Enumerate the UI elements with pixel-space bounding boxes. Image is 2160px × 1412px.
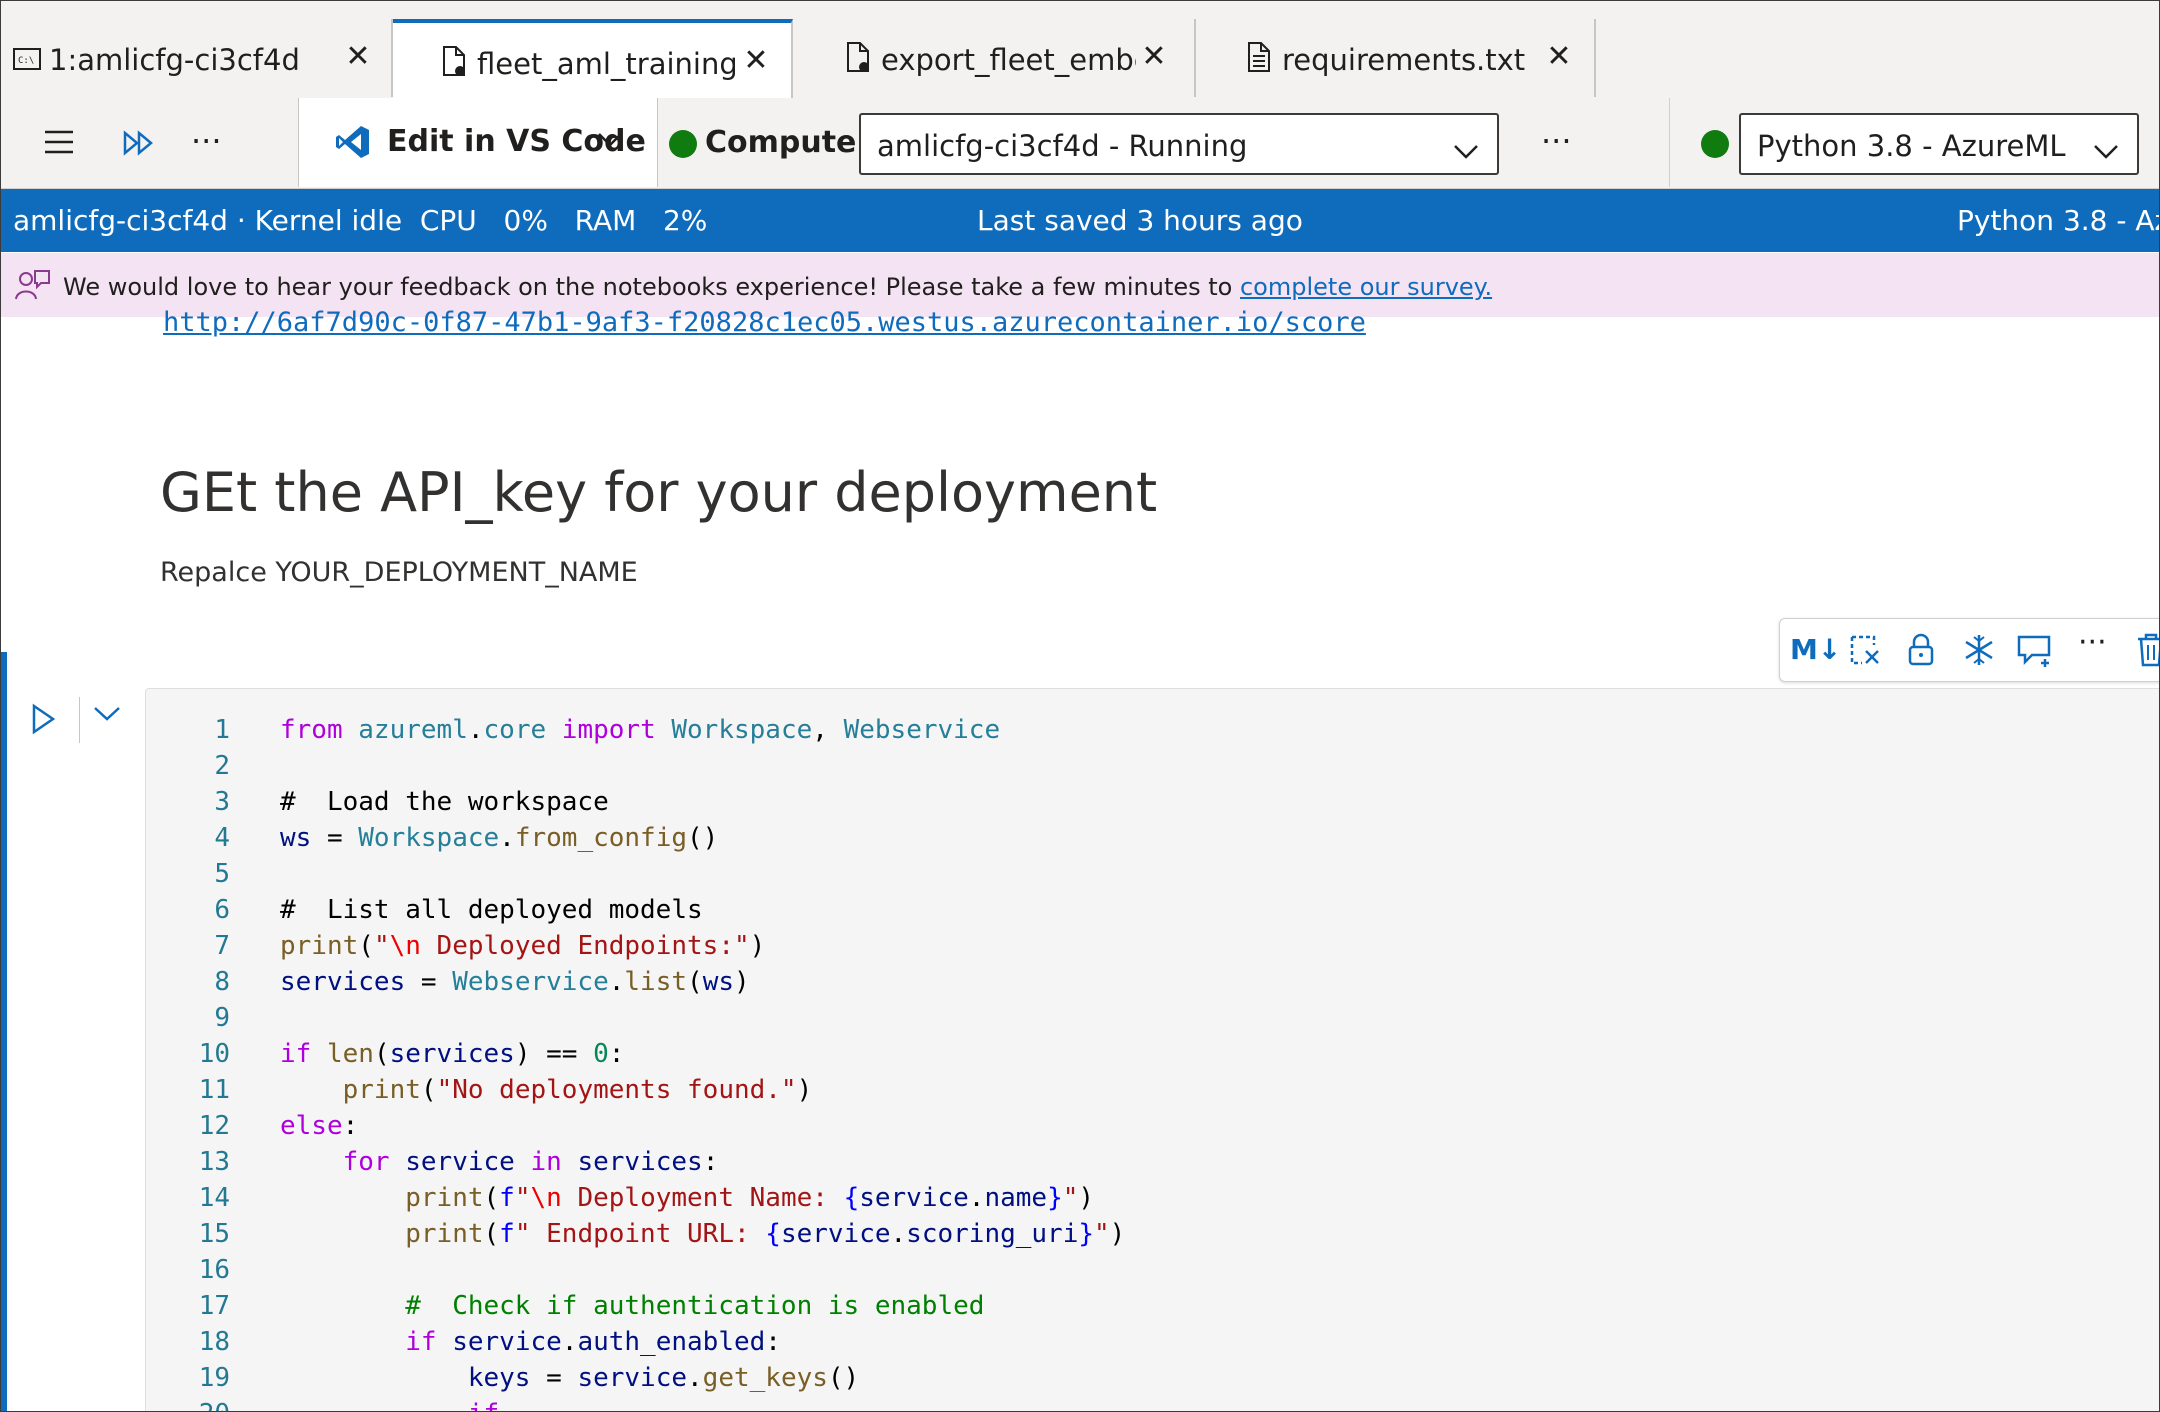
notebook-file-icon [845, 41, 871, 80]
menu-icon[interactable] [43, 128, 75, 160]
notebook-file-icon [441, 45, 467, 84]
vscode-icon [335, 124, 371, 164]
run-cell-icon[interactable] [31, 703, 57, 739]
chevron-down-icon [1453, 133, 1479, 167]
tab-label: fleet_aml_training.ipynb [477, 47, 735, 81]
feedback-icon [15, 269, 51, 309]
run-all-icon[interactable] [123, 130, 155, 160]
tab-label: 1:amlicfg-ci3cf4d [49, 43, 300, 77]
chevron-down-icon [2093, 133, 2119, 167]
compute-select-value: amlicfg-ci3cf4d - Running [877, 129, 1248, 163]
more-icon[interactable]: ··· [191, 122, 222, 160]
tab-label: requirements.txt [1282, 43, 1526, 77]
kernel-status-dot [1701, 130, 1729, 158]
add-comment-icon[interactable] [2016, 633, 2054, 667]
markdown-heading: GEt the API_key for your deployment [160, 461, 1158, 524]
survey-link[interactable]: complete our survey. [1240, 273, 1492, 301]
compute-status-dot [669, 130, 697, 158]
code-cell[interactable]: 1 from azureml.core import Workspace, Web… [145, 688, 2159, 1411]
compute-select[interactable]: amlicfg-ci3cf4d - Running [859, 113, 1499, 175]
tab-fleet-aml-training[interactable]: fleet_aml_training.ipynb ✕ [393, 19, 793, 99]
text-file-icon [1246, 41, 1272, 80]
tab-requirements[interactable]: requirements.txt ✕ [1196, 19, 1596, 97]
more-icon[interactable]: ··· [1541, 122, 1572, 160]
markdown-toggle-icon[interactable]: M↓ [1790, 633, 1841, 667]
more-icon[interactable]: ··· [2078, 625, 2107, 660]
kernel-name-text: Python 3.8 - AzureML [1957, 204, 2159, 237]
edit-in-vscode-button[interactable]: Edit in VS Code [298, 98, 658, 187]
chevron-down-icon [597, 132, 623, 152]
cell-focus-indicator [1, 652, 7, 1411]
lock-icon[interactable] [1906, 633, 1936, 667]
close-icon[interactable]: ✕ [1137, 39, 1171, 74]
tab-label: export_fleet_embeddings.ipynb [881, 43, 1136, 77]
tab-export-fleet-embeddings[interactable]: export_fleet_embeddings.ipynb ✕ [793, 19, 1196, 97]
kernel-status-text: amlicfg-ci3cf4d · Kernel idle CPU 0% RAM… [13, 204, 708, 237]
last-saved-text: Last saved 3 hours ago [977, 204, 1303, 237]
close-icon[interactable]: ✕ [341, 39, 375, 74]
toolbar-divider [1669, 98, 1670, 187]
notebook-toolbar: ··· Edit in VS Code Compute: amlicfg-ci3… [1, 98, 2159, 189]
app-window: C:\ 1:amlicfg-ci3cf4d ✕ fleet_aml_traini… [0, 0, 2160, 1412]
chevron-down-icon[interactable] [93, 705, 121, 727]
cell-toolbar: M↓ ··· [1779, 618, 2159, 682]
close-icon[interactable]: ✕ [739, 43, 773, 78]
delete-icon[interactable] [2136, 633, 2159, 667]
close-icon[interactable]: ✕ [1542, 39, 1576, 74]
tab-terminal[interactable]: C:\ 1:amlicfg-ci3cf4d ✕ [1, 19, 393, 97]
terminal-icon: C:\ [13, 45, 41, 79]
svg-text:C:\: C:\ [18, 56, 34, 66]
clear-output-icon[interactable] [1848, 633, 1882, 667]
feedback-banner-message: We would love to hear your feedback on t… [63, 273, 1240, 301]
tab-bar: C:\ 1:amlicfg-ci3cf4d ✕ fleet_aml_traini… [1, 1, 2159, 99]
gutter-divider [79, 697, 80, 743]
feedback-banner-text: We would love to hear your feedback on t… [63, 273, 1492, 301]
status-bar: amlicfg-ci3cf4d · Kernel idle CPU 0% RAM… [1, 189, 2159, 252]
compute-label: Compute: [705, 125, 869, 160]
freeze-icon[interactable] [1962, 633, 1996, 667]
kernel-select-value: Python 3.8 - AzureML [1757, 129, 2066, 163]
previous-output-link[interactable]: http://6af7d90c-0f87-47b1-9af3-f20828c1e… [163, 307, 1366, 337]
markdown-paragraph: Repalce YOUR_DEPLOYMENT_NAME [160, 557, 638, 588]
kernel-select[interactable]: Python 3.8 - AzureML [1739, 113, 2139, 175]
